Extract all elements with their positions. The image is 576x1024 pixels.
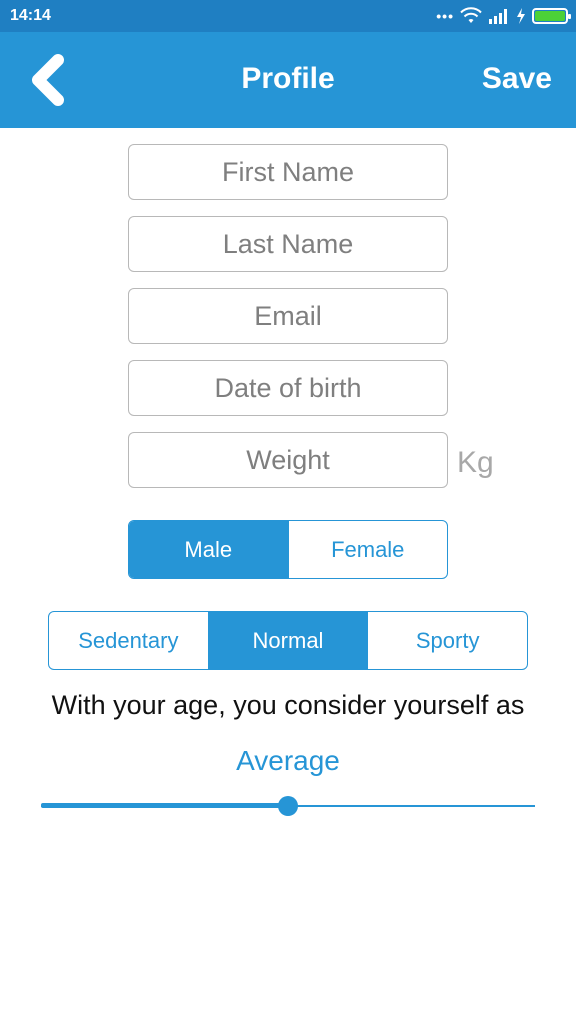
- fitness-level-slider[interactable]: [41, 795, 535, 817]
- signal-icon: [489, 9, 507, 24]
- battery-icon: [532, 8, 571, 24]
- gender-option-female[interactable]: Female: [287, 521, 448, 578]
- activity-option-normal[interactable]: Normal: [207, 612, 368, 669]
- email-field[interactable]: [128, 288, 448, 344]
- status-time: 14:14: [10, 7, 51, 24]
- wifi-icon: [460, 7, 482, 23]
- activity-option-sporty[interactable]: Sporty: [367, 612, 527, 669]
- back-button[interactable]: [24, 50, 80, 110]
- app-bar: Profile Save: [0, 32, 576, 128]
- slider-fill: [41, 803, 288, 808]
- fitness-level-value: Average: [236, 745, 340, 776]
- first-name-field[interactable]: [128, 144, 448, 200]
- save-button[interactable]: Save: [482, 62, 552, 96]
- activity-selector: Sedentary Normal Sporty: [48, 611, 528, 670]
- status-icons: •••: [436, 6, 571, 26]
- last-name-field[interactable]: [128, 216, 448, 272]
- gender-selector: Male Female: [128, 520, 448, 579]
- charging-icon: [517, 8, 525, 24]
- more-dots-icon: •••: [436, 8, 454, 24]
- slider-thumb[interactable]: [278, 796, 298, 816]
- fitness-question: With your age, you consider yourself as: [51, 690, 525, 720]
- date-of-birth-field[interactable]: [128, 360, 448, 416]
- gender-option-male[interactable]: Male: [129, 521, 288, 578]
- weight-field[interactable]: [128, 432, 448, 488]
- weight-unit-label: Kg: [457, 446, 494, 479]
- activity-option-sedentary[interactable]: Sedentary: [49, 612, 208, 669]
- chevron-left-icon: [32, 54, 64, 106]
- status-bar: 14:14 •••: [0, 0, 576, 32]
- battery-level: [535, 11, 565, 21]
